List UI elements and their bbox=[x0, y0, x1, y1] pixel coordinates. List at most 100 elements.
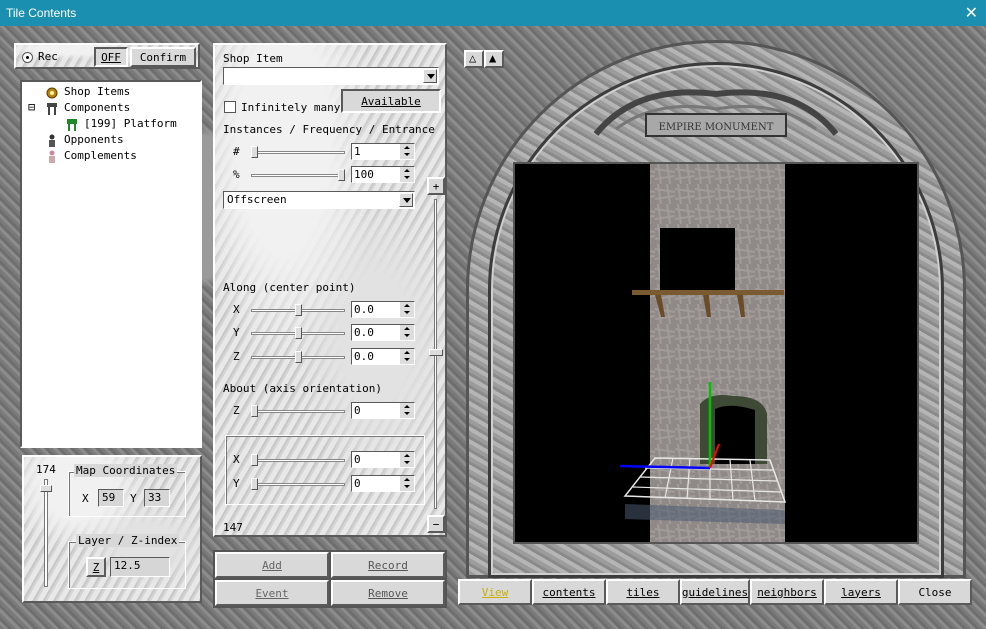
along-z-value: 0.0 bbox=[354, 350, 374, 363]
about-z-value: 0 bbox=[354, 404, 361, 417]
spin-arrows-icon[interactable] bbox=[400, 325, 414, 340]
event-button[interactable]: Event bbox=[215, 580, 329, 606]
view-frame: EMPIRE MONUMENT △ ▲ bbox=[456, 30, 976, 578]
z-index-button[interactable]: Z bbox=[86, 557, 106, 577]
scene-render bbox=[619, 164, 787, 542]
tree-item-complements[interactable]: Complements bbox=[64, 149, 137, 162]
about-title: About (axis orientation) bbox=[223, 382, 382, 395]
rec-radio[interactable] bbox=[22, 52, 33, 63]
contents-tree[interactable]: Shop Items ⊟ Components [199] Platform O… bbox=[20, 80, 202, 448]
pct-slider-thumb[interactable] bbox=[338, 169, 345, 181]
hash-label: # bbox=[233, 145, 240, 158]
map-x-value: 59 bbox=[98, 489, 124, 507]
pct-spinbox[interactable]: 100 bbox=[351, 166, 415, 183]
stone-wall bbox=[650, 164, 785, 542]
tree-item-opponents[interactable]: Opponents bbox=[64, 133, 124, 146]
opponents-icon bbox=[49, 134, 55, 147]
spin-arrows-icon[interactable] bbox=[400, 452, 414, 467]
confirm-button[interactable]: Confirm bbox=[130, 47, 196, 67]
along-x-spinbox[interactable]: 0.0 bbox=[351, 301, 415, 318]
pct-value: 100 bbox=[354, 168, 374, 181]
door-opening bbox=[715, 405, 755, 464]
about-x-spinbox[interactable]: 0 bbox=[351, 451, 415, 468]
remove-button[interactable]: Remove bbox=[331, 580, 445, 606]
close-icon[interactable]: ✕ bbox=[965, 3, 978, 23]
tree-item-shop-items[interactable]: Shop Items bbox=[64, 85, 130, 98]
close-button[interactable]: Close bbox=[898, 579, 972, 605]
about-z-spinbox[interactable]: 0 bbox=[351, 402, 415, 419]
hash-spinbox[interactable]: 1 bbox=[351, 143, 415, 160]
collapse-icon[interactable]: ⊟ bbox=[28, 100, 35, 114]
tree-item-components[interactable]: Components bbox=[64, 101, 130, 114]
spin-arrows-icon[interactable] bbox=[400, 476, 414, 491]
spin-arrows-icon[interactable] bbox=[400, 349, 414, 364]
available-button[interactable]: Available bbox=[341, 89, 441, 113]
minus-button[interactable]: − bbox=[427, 515, 445, 533]
ornament-plaque: EMPIRE MONUMENT bbox=[593, 89, 839, 137]
about-z-label: Z bbox=[233, 404, 240, 417]
shop-item-panel: Shop Item Infinitely many Available Inst… bbox=[213, 43, 447, 537]
tree-item-platform[interactable]: [199] Platform bbox=[84, 117, 177, 130]
chevron-down-icon[interactable] bbox=[399, 193, 413, 207]
z-slider-thumb[interactable] bbox=[40, 485, 52, 492]
expand-filled-button[interactable]: ▲ bbox=[484, 50, 504, 68]
tab-guidelines[interactable]: guidelines bbox=[680, 579, 750, 605]
tab-contents[interactable]: contents bbox=[532, 579, 606, 605]
along-z-label: Z bbox=[233, 350, 240, 363]
spin-arrows-icon[interactable] bbox=[400, 403, 414, 418]
along-x-thumb[interactable] bbox=[294, 304, 302, 316]
orientation-xy-group bbox=[225, 435, 425, 505]
along-z-spinbox[interactable]: 0.0 bbox=[351, 348, 415, 365]
entrance-select[interactable]: Offscreen bbox=[223, 191, 415, 209]
view-tab-bar: View contents tiles guidelines neighbors… bbox=[458, 579, 972, 605]
add-button[interactable]: Add bbox=[215, 552, 329, 578]
record-button[interactable]: Record bbox=[331, 552, 445, 578]
plus-button[interactable]: + bbox=[427, 177, 445, 195]
tab-tiles[interactable]: tiles bbox=[606, 579, 680, 605]
vertical-slider-thumb[interactable] bbox=[429, 349, 443, 356]
hash-slider-thumb[interactable] bbox=[251, 146, 258, 158]
about-x-track[interactable] bbox=[251, 459, 345, 462]
window-title: Tile Contents bbox=[6, 6, 77, 20]
map-coordinates-title: Map Coordinates bbox=[74, 464, 178, 477]
3d-viewport[interactable] bbox=[513, 162, 919, 544]
infinitely-checkbox[interactable] bbox=[224, 101, 236, 113]
about-x-thumb[interactable] bbox=[251, 454, 258, 466]
hash-slider-track[interactable] bbox=[251, 151, 345, 154]
along-y-thumb[interactable] bbox=[294, 327, 302, 339]
chevron-down-icon[interactable] bbox=[423, 69, 437, 83]
z-slider-track[interactable] bbox=[44, 479, 48, 587]
z-slider-value: 174 bbox=[36, 463, 56, 476]
off-button[interactable]: OFF bbox=[94, 47, 128, 67]
about-x-label: X bbox=[233, 453, 240, 466]
spin-arrows-icon[interactable] bbox=[400, 167, 414, 182]
about-y-spinbox[interactable]: 0 bbox=[351, 475, 415, 492]
about-y-track[interactable] bbox=[251, 483, 345, 486]
tab-layers[interactable]: layers bbox=[824, 579, 898, 605]
about-z-thumb[interactable] bbox=[251, 405, 258, 417]
shop-item-select[interactable] bbox=[223, 67, 439, 85]
plaque-text: EMPIRE MONUMENT bbox=[659, 122, 774, 133]
about-y-value: 0 bbox=[354, 477, 361, 490]
spin-arrows-icon[interactable] bbox=[400, 302, 414, 317]
components-icon bbox=[47, 103, 57, 115]
rec-label: Rec bbox=[38, 50, 58, 63]
complements-icon bbox=[49, 150, 55, 163]
about-y-thumb[interactable] bbox=[251, 478, 258, 490]
pct-slider-track[interactable] bbox=[251, 174, 345, 177]
map-x-label: X bbox=[82, 492, 89, 505]
along-y-spinbox[interactable]: 0.0 bbox=[351, 324, 415, 341]
about-z-track[interactable] bbox=[251, 410, 345, 413]
along-z-thumb[interactable] bbox=[294, 351, 302, 363]
along-y-label: Y bbox=[233, 326, 240, 339]
tab-view[interactable]: View bbox=[458, 579, 532, 605]
spin-arrows-icon[interactable] bbox=[400, 144, 414, 159]
tab-neighbors[interactable]: neighbors bbox=[750, 579, 824, 605]
map-y-value: 33 bbox=[144, 489, 170, 507]
expand-outline-button[interactable]: △ bbox=[464, 50, 484, 68]
hash-value: 1 bbox=[354, 145, 361, 158]
z-index-value[interactable]: 12.5 bbox=[110, 557, 170, 577]
triangle-up-outline-icon: △ bbox=[469, 51, 477, 65]
infinitely-label: Infinitely many bbox=[241, 101, 341, 114]
record-panel: Rec OFF Confirm bbox=[14, 43, 200, 69]
